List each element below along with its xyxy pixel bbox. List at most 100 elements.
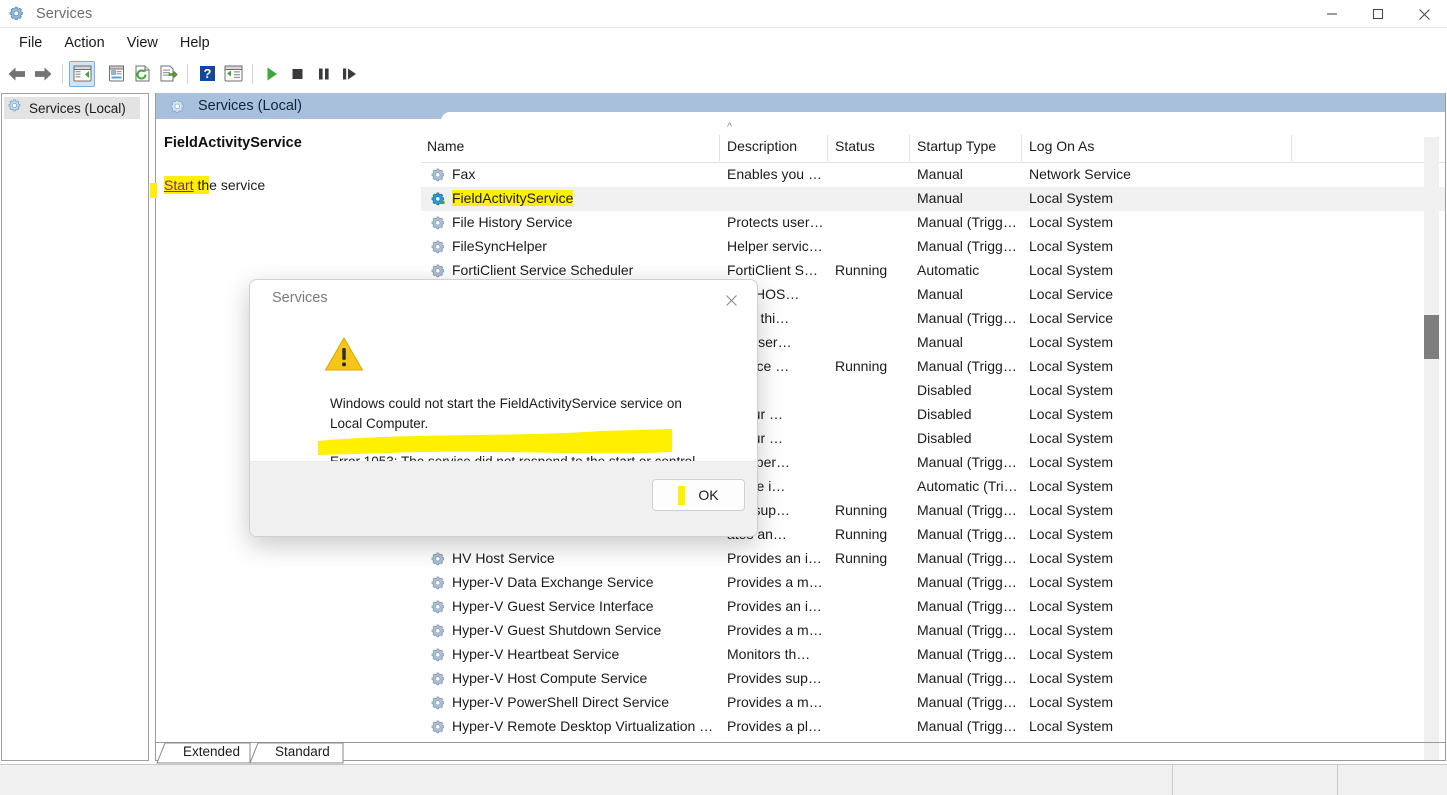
- service-gear-icon: [431, 191, 447, 207]
- cell-description: Provides a pl…: [727, 718, 822, 734]
- minimize-button[interactable]: [1309, 0, 1355, 28]
- table-row[interactable]: HV Host Service Provides an i… Running Manu…: [421, 547, 1445, 571]
- cell-status: Running: [835, 550, 888, 566]
- cell-startup-type: Manual (Trigg…: [917, 646, 1017, 662]
- cell-log-on-as: Local System: [1029, 598, 1114, 614]
- title-bar: Services: [0, 0, 1447, 28]
- cell-startup-type: Manual: [917, 334, 963, 350]
- cell-startup-type: Manual (Trigg…: [917, 358, 1017, 374]
- table-row[interactable]: Hyper-V Remote Desktop Virtualization … P…: [421, 715, 1445, 739]
- cell-startup-type: Manual (Trigg…: [917, 694, 1017, 710]
- cell-startup-type: Manual: [917, 166, 963, 182]
- menu-view[interactable]: View: [116, 31, 169, 55]
- cell-description: Provides an i…: [727, 550, 822, 566]
- maximize-button[interactable]: [1355, 0, 1401, 28]
- export-list-icon[interactable]: [155, 61, 181, 87]
- cell-startup-type: Automatic: [917, 262, 980, 278]
- cell-startup-type: Automatic (Tri…: [917, 478, 1018, 494]
- window-title: Services: [36, 5, 93, 22]
- console-tree-pane: Services (Local): [1, 93, 149, 761]
- table-row[interactable]: Hyper-V Heartbeat Service Monitors th… Man…: [421, 643, 1445, 667]
- scrollbar-thumb[interactable]: [1424, 315, 1439, 359]
- service-gear-icon: [431, 695, 447, 711]
- tab-extended[interactable]: Extended: [171, 742, 250, 763]
- cell-startup-type: Manual (Trigg…: [917, 622, 1017, 638]
- help-icon[interactable]: ?: [194, 61, 220, 87]
- cell-name: Hyper-V Guest Shutdown Service: [452, 622, 662, 638]
- tab-standard[interactable]: Standard: [263, 742, 340, 763]
- dialog-close-icon[interactable]: [711, 286, 751, 314]
- cell-startup-type: Manual (Trigg…: [917, 550, 1017, 566]
- tree-node-services-local[interactable]: Services (Local): [4, 97, 140, 119]
- ok-button[interactable]: OK: [652, 479, 745, 511]
- service-gear-icon: [431, 719, 447, 735]
- column-header-startup[interactable]: Startup Type: [917, 138, 996, 154]
- menu-file[interactable]: File: [8, 31, 53, 55]
- dialog-message-primary: Windows could not start the FieldActivit…: [330, 396, 682, 431]
- menu-action[interactable]: Action: [53, 31, 115, 55]
- restart-service-icon[interactable]: [337, 61, 363, 87]
- start-service-icon[interactable]: [259, 61, 285, 87]
- table-row[interactable]: Hyper-V Guest Shutdown Service Provides a…: [421, 619, 1445, 643]
- cell-log-on-as: Local System: [1029, 502, 1114, 518]
- cell-log-on-as: Local System: [1029, 526, 1114, 542]
- properties-icon[interactable]: [103, 61, 129, 87]
- cell-log-on-as: Local System: [1029, 214, 1114, 230]
- service-gear-icon: [431, 551, 447, 567]
- table-row[interactable]: FieldActivityService Manual Local System: [421, 187, 1445, 211]
- column-header-status[interactable]: Status: [835, 138, 875, 154]
- menu-help[interactable]: Help: [169, 31, 221, 55]
- window-controls: [1309, 0, 1447, 28]
- table-row[interactable]: File History Service Protects user… Manual…: [421, 211, 1445, 235]
- cell-description: Provides a m…: [727, 622, 823, 638]
- cell-startup-type: Manual (Trigg…: [917, 718, 1017, 734]
- show-hide-action-pane-icon[interactable]: [220, 61, 246, 87]
- cell-log-on-as: Local System: [1029, 646, 1114, 662]
- start-service-link[interactable]: Start: [164, 177, 194, 193]
- cell-startup-type: Manual: [917, 190, 963, 206]
- pause-service-icon[interactable]: [311, 61, 337, 87]
- table-row[interactable]: FileSyncHelper Helper servic… Manual (Trig…: [421, 235, 1445, 259]
- column-header-logon[interactable]: Log On As: [1029, 138, 1094, 154]
- start-action-suffix: e service: [209, 177, 266, 193]
- cell-status: Running: [835, 502, 888, 518]
- close-button[interactable]: [1401, 0, 1447, 28]
- table-row[interactable]: Hyper-V Guest Service Interface Provides …: [421, 595, 1445, 619]
- refresh-icon[interactable]: [129, 61, 155, 87]
- ok-button-label: OK: [698, 487, 719, 503]
- cell-name: Fax: [452, 166, 476, 182]
- cell-description: Monitors th…: [727, 646, 811, 662]
- cell-description: FortiClient S…: [727, 262, 819, 278]
- column-header-name[interactable]: Name: [427, 138, 464, 154]
- forward-icon[interactable]: [30, 61, 56, 87]
- cell-description: Protects user…: [727, 214, 824, 230]
- stop-service-icon[interactable]: [285, 61, 311, 87]
- table-row[interactable]: Hyper-V Data Exchange Service Provides a …: [421, 571, 1445, 595]
- cell-name: HV Host Service: [452, 550, 555, 566]
- cell-log-on-as: Local System: [1029, 718, 1114, 734]
- cell-log-on-as: Local System: [1029, 622, 1114, 638]
- table-row[interactable]: Hyper-V Host Compute Service Provides sup…: [421, 667, 1445, 691]
- cell-name: Hyper-V Data Exchange Service: [452, 574, 654, 590]
- cell-name: Hyper-V PowerShell Direct Service: [452, 694, 670, 710]
- cell-log-on-as: Local System: [1029, 478, 1114, 494]
- service-gear-icon: [431, 263, 447, 279]
- cell-log-on-as: Local System: [1029, 358, 1114, 374]
- services-gear-icon: [9, 5, 26, 22]
- show-hide-console-tree-icon[interactable]: [69, 60, 95, 87]
- service-gear-icon: [431, 647, 447, 663]
- vertical-scrollbar[interactable]: [1424, 137, 1439, 760]
- cell-name: File History Service: [452, 214, 573, 230]
- warning-triangle-icon: [324, 336, 364, 372]
- table-row[interactable]: Hyper-V PowerShell Direct Service Provide…: [421, 691, 1445, 715]
- svg-text:?: ?: [203, 66, 211, 81]
- table-row[interactable]: Fax Enables you … Manual Network Service: [421, 163, 1445, 187]
- cell-description: Provides sup…: [727, 670, 822, 686]
- cell-startup-type: Disabled: [917, 406, 972, 422]
- cell-description: Provides a m…: [727, 574, 823, 590]
- back-icon[interactable]: [4, 61, 30, 87]
- column-header-description[interactable]: Description: [727, 138, 797, 154]
- error-dialog: Services Windows could not start the Fie…: [249, 279, 758, 537]
- services-gear-icon: [170, 98, 187, 115]
- start-service-action: Start the service: [164, 176, 266, 194]
